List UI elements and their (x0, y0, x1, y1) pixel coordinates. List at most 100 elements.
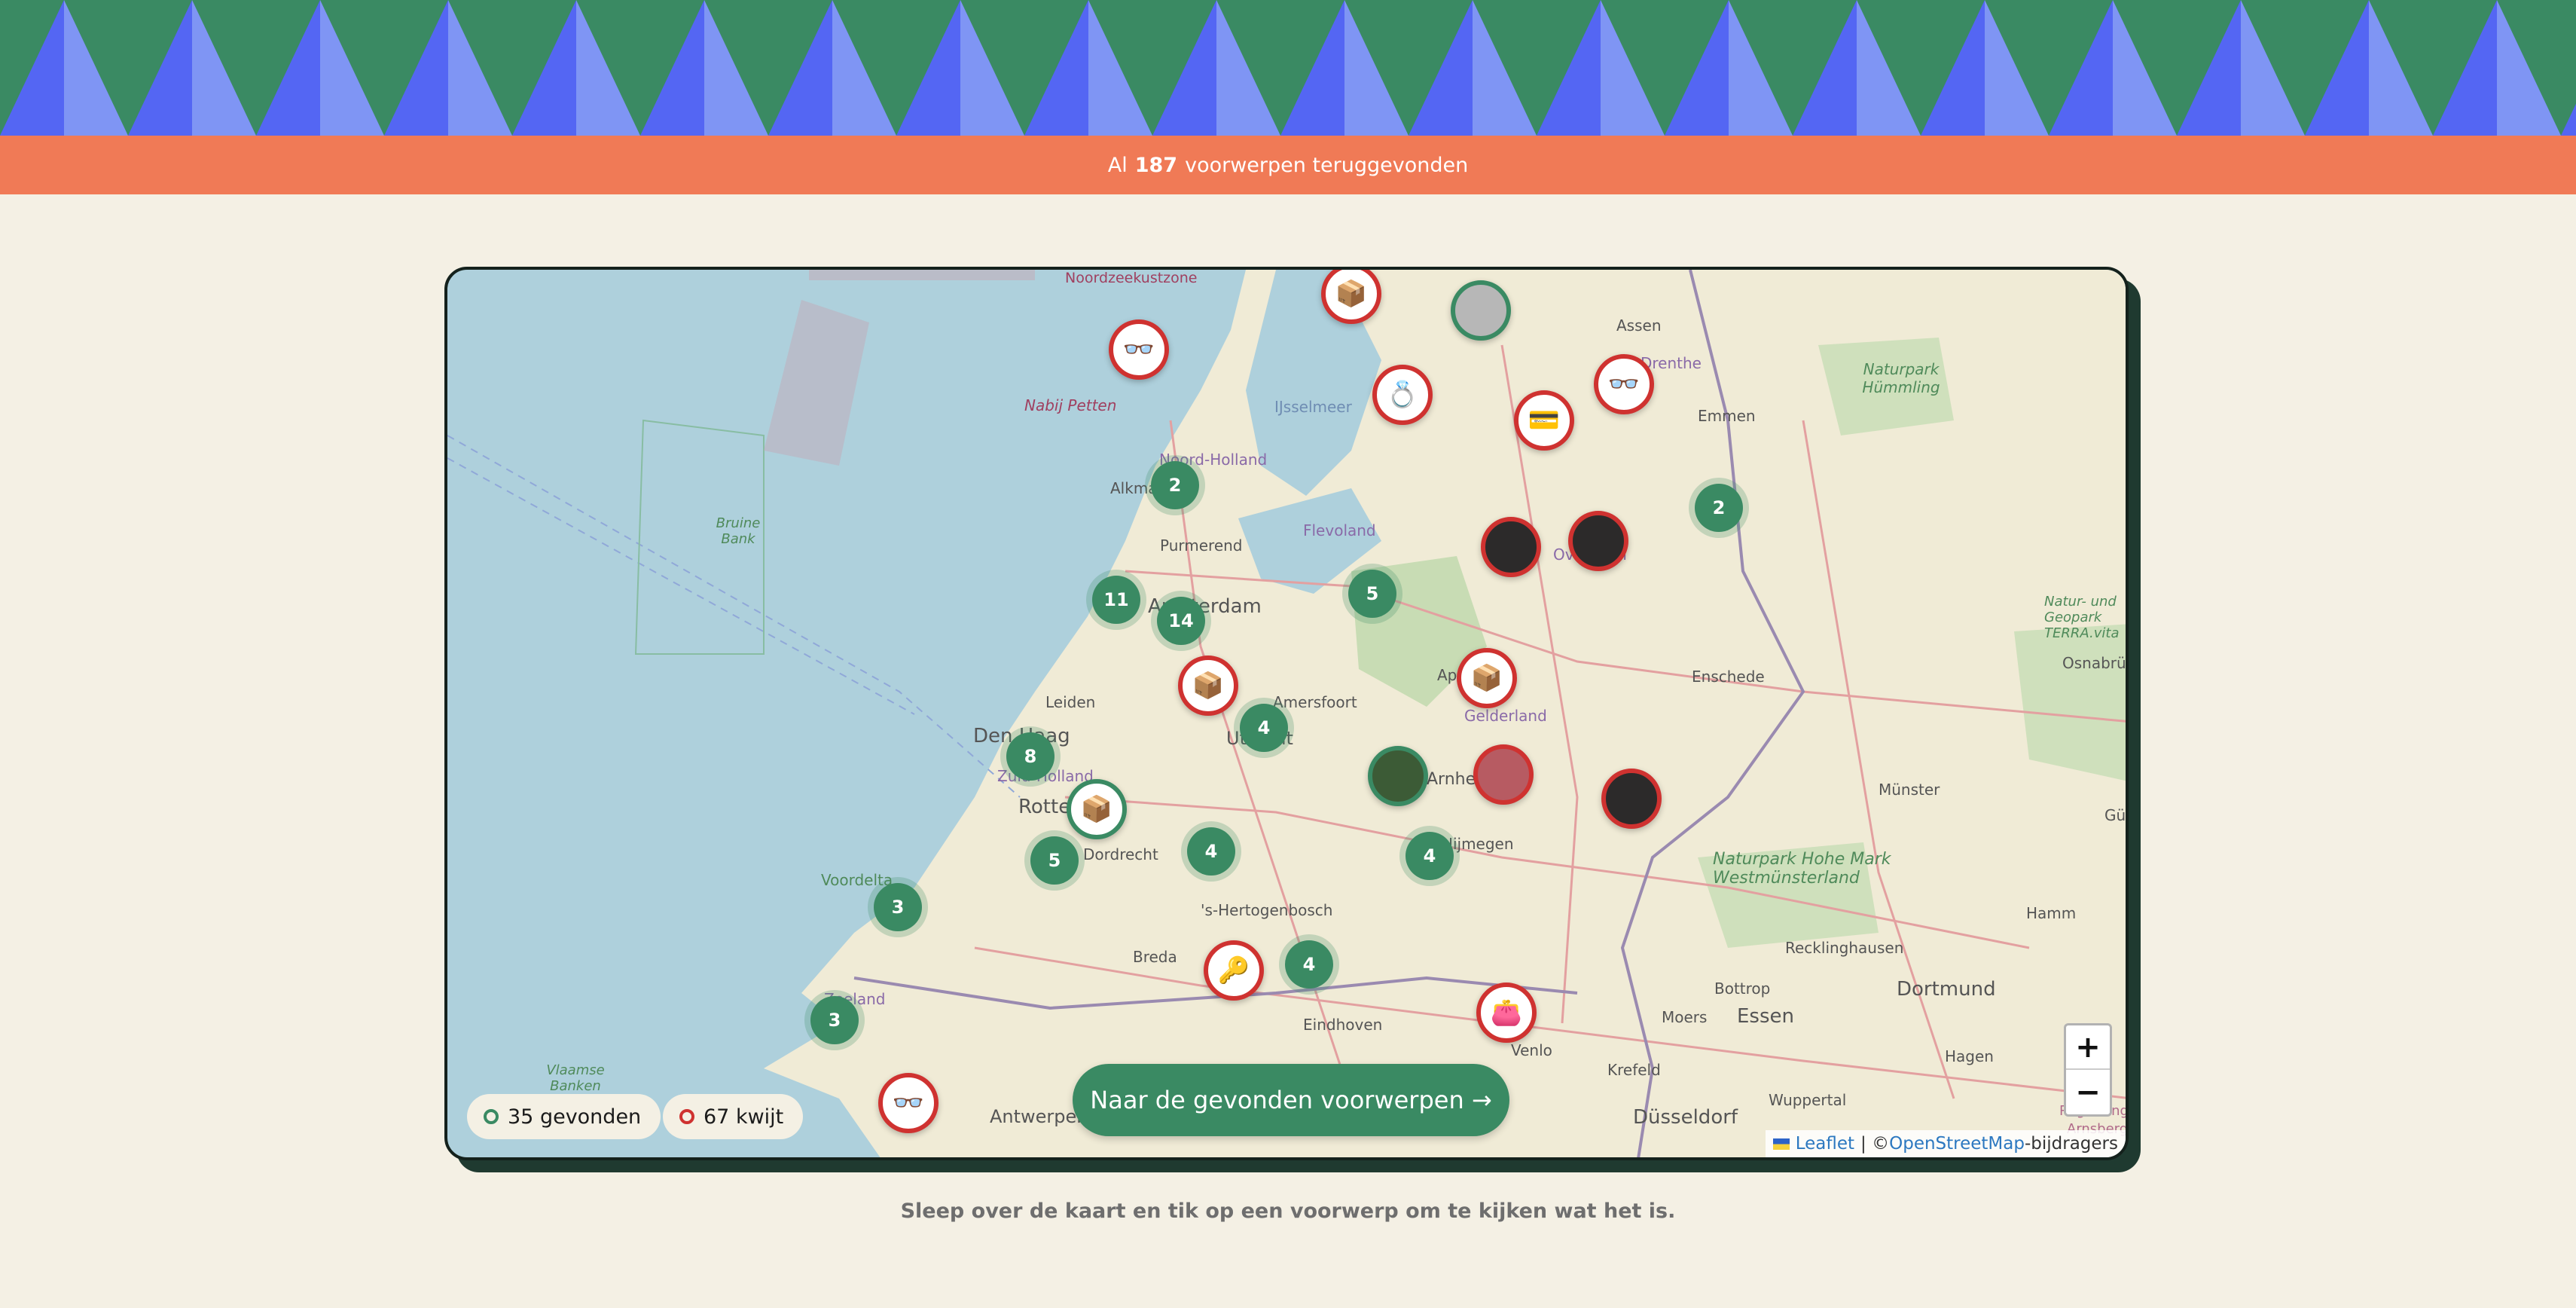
map-label-eindhoven: Eindhoven (1303, 1016, 1383, 1034)
lost-item-marker[interactable]: 👓 (1109, 319, 1169, 380)
cluster-marker[interactable]: 3 (874, 883, 922, 931)
found-items-button[interactable]: Naar de gevonden voorwerpen → (1073, 1064, 1509, 1136)
map-label-hagen: Hagen (1945, 1047, 1994, 1065)
cluster-marker[interactable]: 4 (1285, 940, 1333, 989)
map-label-voordelta: Voordelta (821, 871, 893, 889)
ukraine-flag-icon (1772, 1138, 1790, 1150)
cluster-marker[interactable]: 11 (1092, 576, 1140, 624)
zoom-out-button[interactable]: − (2066, 1070, 2110, 1114)
cluster-marker[interactable]: 3 (810, 996, 859, 1044)
bunting-flag (1729, 0, 1857, 136)
lost-item-marker[interactable]: 👓 (1594, 354, 1654, 414)
bunting-flag (1601, 0, 1729, 136)
map-label-munster: Münster (1879, 781, 1940, 799)
lost-item-marker[interactable]: 📦 (1457, 648, 1517, 708)
glasses-icon: 👓 (1122, 335, 1155, 365)
lost-item-marker[interactable] (1568, 511, 1628, 571)
cluster-marker[interactable]: 5 (1348, 570, 1396, 618)
package-icon: 📦 (1470, 663, 1503, 693)
map-label-purmerend: Purmerend (1160, 536, 1243, 555)
found-dot-icon (484, 1109, 499, 1124)
map-label-krefeld: Krefeld (1607, 1061, 1661, 1079)
package-icon: 📦 (1335, 279, 1368, 309)
map-label-vlaamse-banken: Vlaamse Banken (546, 1062, 605, 1094)
leaflet-link[interactable]: Leaflet (1796, 1134, 1854, 1154)
bunting-flag (1473, 0, 1601, 136)
map-label-flevoland: Flevoland (1303, 521, 1376, 539)
map-label-naturpark-humling: Naturpark Hümmling (1862, 360, 1940, 396)
map-label-dordrecht: Dordrecht (1083, 845, 1158, 863)
bunting-flag (0, 0, 64, 136)
map-label-dortmund: Dortmund (1897, 978, 1996, 1001)
cluster-marker[interactable]: 14 (1157, 597, 1205, 645)
bunting-flag (64, 0, 192, 136)
bunting-flag (192, 0, 320, 136)
found-counter-strip: Al 187 voorwerpen teruggevonden (0, 136, 2576, 194)
map-label-gelderland: Gelderland (1464, 707, 1547, 725)
map-hint: Sleep over de kaart en tik op een voorwe… (900, 1200, 1676, 1223)
cluster-marker[interactable]: 2 (1695, 484, 1743, 532)
legend-found-label: 35 gevonden (508, 1105, 642, 1129)
map-label-recklinghausen: Recklinghausen (1785, 939, 1904, 957)
cluster-marker[interactable]: 8 (1006, 732, 1055, 781)
bunting-flag (1216, 0, 1344, 136)
map-label-bottrop: Bottrop (1714, 979, 1771, 998)
map[interactable]: Noordzeekustzone Nabij Petten IJsselmeer… (444, 267, 2129, 1160)
cluster-marker[interactable]: 5 (1030, 836, 1079, 885)
map-label-essen: Essen (1737, 1005, 1794, 1028)
found-item-marker[interactable] (1451, 280, 1511, 341)
found-item-marker[interactable] (1368, 746, 1428, 806)
map-label-gut: Güt (2104, 806, 2126, 824)
map-label-ijsselmeer: IJsselmeer (1274, 398, 1352, 416)
osm-link[interactable]: OpenStreetMap (1889, 1134, 2025, 1154)
cluster-marker[interactable]: 4 (1240, 704, 1288, 752)
ring-icon: 💍 (1386, 380, 1419, 410)
map-label-hamm: Hamm (2026, 904, 2077, 922)
legend-lost-label: 67 kwijt (704, 1105, 784, 1129)
map-label-bruine-bank: Bruine Bank (716, 515, 761, 547)
bunting-flag (576, 0, 704, 136)
map-label-enschede: Enschede (1692, 668, 1765, 686)
map-attribution: Leaflet | © OpenStreetMap -bijdragers (1765, 1130, 2126, 1157)
lost-item-marker[interactable] (1481, 517, 1541, 577)
lost-item-marker[interactable]: 👛 (1476, 983, 1537, 1043)
map-label-venlo: Venlo (1511, 1041, 1552, 1059)
bunting-banner (0, 0, 2576, 136)
lost-item-marker[interactable]: 💳 (1514, 390, 1574, 451)
map-label-naturpark-hohe-mark: Naturpark Hohe Mark Westmünsterland (1713, 850, 1891, 888)
lost-item-marker[interactable]: 💍 (1372, 365, 1433, 425)
map-label-noordzeekustzone: Noordzeekustzone (1065, 270, 1198, 286)
bunting-flag (320, 0, 448, 136)
lost-item-marker[interactable]: 📦 (1178, 656, 1238, 716)
bunting-triangles (0, 0, 2576, 136)
card-icon: 💳 (1528, 405, 1561, 435)
lost-item-marker[interactable]: 🔑 (1204, 940, 1264, 1001)
package-icon: 📦 (1192, 671, 1225, 701)
found-item-marker[interactable]: 📦 (1067, 779, 1127, 839)
map-label-moers: Moers (1662, 1008, 1708, 1026)
bunting-flag (1344, 0, 1473, 136)
map-label-emmen: Emmen (1698, 407, 1756, 425)
counter-prefix: Al (1107, 153, 1128, 177)
lost-item-marker[interactable] (1473, 744, 1534, 805)
zoom-in-button[interactable]: + (2066, 1025, 2110, 1070)
lost-item-marker[interactable]: 👓 (878, 1073, 939, 1133)
bunting-flag (448, 0, 576, 136)
map-label-amersfoort: Amersfoort (1273, 693, 1357, 711)
map-label-assen: Assen (1616, 316, 1662, 335)
cluster-marker[interactable]: 4 (1187, 827, 1235, 876)
map-label-wuppertal: Wuppertal (1769, 1091, 1847, 1109)
cluster-marker[interactable]: 2 (1151, 461, 1199, 509)
lost-dot-icon (679, 1109, 694, 1124)
lost-item-marker[interactable] (1601, 769, 1662, 829)
cluster-marker[interactable]: 4 (1406, 832, 1454, 880)
bunting-flag (1985, 0, 2113, 136)
package-icon: 📦 (1080, 794, 1113, 824)
counter-count: 187 (1134, 153, 1178, 177)
bunting-flag (2241, 0, 2369, 136)
map-label-breda: Breda (1133, 948, 1177, 966)
glasses-icon: 👓 (1607, 369, 1641, 399)
bunting-flag (2113, 0, 2241, 136)
map-label-nabij-petten: Nabij Petten (1024, 396, 1117, 414)
attribution-suffix: -bijdragers (2024, 1134, 2118, 1154)
